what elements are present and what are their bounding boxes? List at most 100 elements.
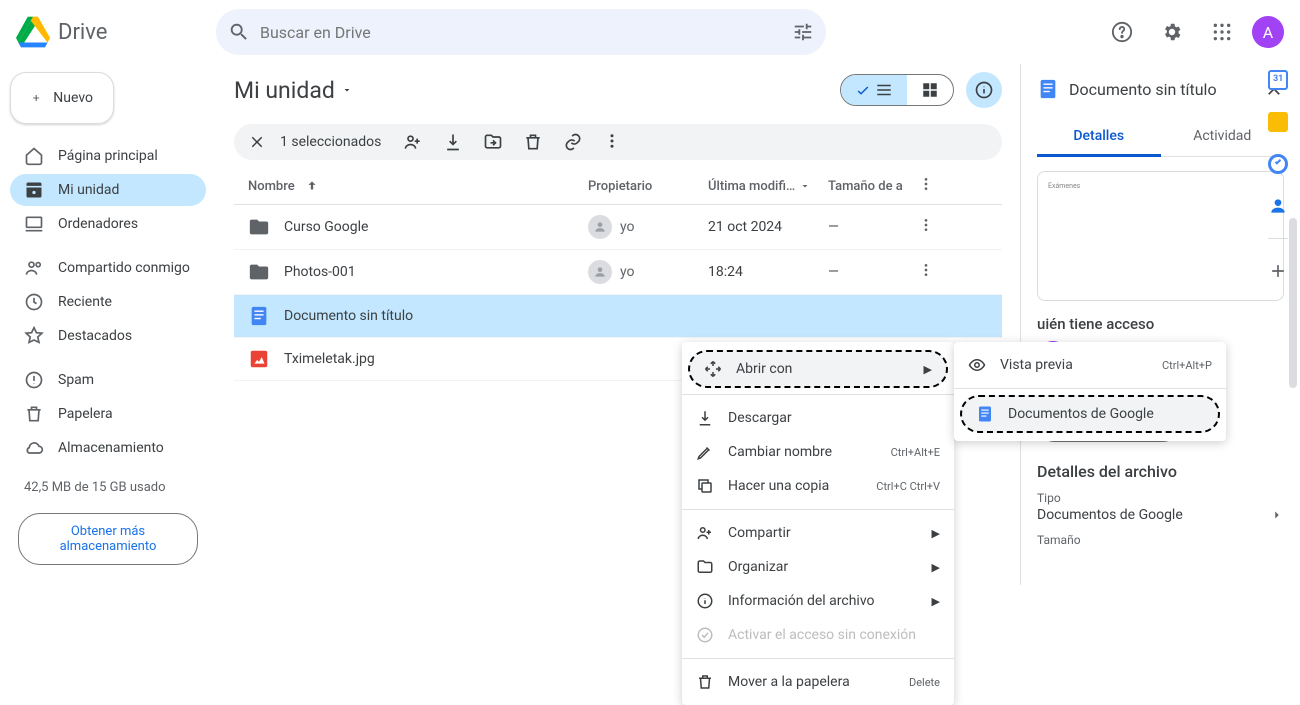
get-more-storage-button[interactable]: Obtener más almacenamiento xyxy=(18,513,198,565)
menu-share[interactable]: Compartir▶ xyxy=(682,516,954,550)
grid-view-button[interactable] xyxy=(907,75,953,105)
download-icon[interactable] xyxy=(443,132,463,152)
owner-avatar xyxy=(588,215,612,239)
col-name[interactable]: Nombre xyxy=(248,179,295,194)
file-name: Photos-001 xyxy=(284,264,356,280)
search-icon xyxy=(228,21,250,43)
sidebar-item-label: Reciente xyxy=(58,294,112,310)
sidebar-item-mydrive[interactable]: Mi unidad xyxy=(10,174,206,206)
move-icon[interactable] xyxy=(483,132,503,152)
help-icon[interactable] xyxy=(1102,12,1142,52)
docs-icon xyxy=(976,405,994,423)
link-icon[interactable] xyxy=(563,132,583,152)
add-addon-icon[interactable] xyxy=(1268,261,1288,285)
page-title[interactable]: Mi unidad xyxy=(234,77,353,104)
chevron-right-icon: ▶ xyxy=(932,527,940,540)
sidebar-item-spam[interactable]: Spam xyxy=(10,364,206,396)
close-icon[interactable] xyxy=(248,133,266,151)
menu-trash[interactable]: Mover a la papeleraDelete xyxy=(682,665,954,699)
new-button[interactable]: Nuevo xyxy=(10,72,114,124)
table-row[interactable]: Documento sin título xyxy=(234,295,1002,338)
calendar-icon[interactable]: 31 xyxy=(1268,70,1288,90)
side-addons-rail: 31 xyxy=(1256,64,1300,285)
info-icon xyxy=(696,592,714,610)
more-icon[interactable] xyxy=(603,132,621,150)
account-avatar[interactable]: A xyxy=(1252,16,1284,48)
folder-icon xyxy=(248,216,270,238)
file-details-heading: Detalles del archivo xyxy=(1037,462,1284,481)
col-modified[interactable]: Última modifi… xyxy=(708,179,795,194)
submenu-google-docs[interactable]: Documentos de Google xyxy=(960,395,1220,433)
download-icon xyxy=(696,409,714,427)
submenu-preview[interactable]: Vista previaCtrl+Alt+P xyxy=(954,348,1226,382)
chevron-down-icon[interactable] xyxy=(799,180,811,192)
sidebar-item-label: Mi unidad xyxy=(58,182,119,198)
shortcut: Delete xyxy=(909,676,940,689)
storage-btn-line: almacenamiento xyxy=(33,539,183,554)
open-with-submenu: Vista previaCtrl+Alt+P Documentos de Goo… xyxy=(954,342,1226,441)
size-label: Tamaño xyxy=(1037,533,1284,547)
info-icon xyxy=(974,80,994,100)
sidebar-item-computers[interactable]: Ordenadores xyxy=(10,208,206,240)
trash-icon xyxy=(696,673,714,691)
check-icon xyxy=(855,82,871,98)
menu-open-with[interactable]: Abrir con ▶ xyxy=(688,350,948,388)
folder-icon xyxy=(248,261,270,283)
open-with-icon xyxy=(704,360,722,378)
search-options-icon[interactable] xyxy=(792,21,814,43)
selection-count: 1 seleccionados xyxy=(280,134,381,150)
more-icon[interactable] xyxy=(918,262,934,278)
cloud-icon xyxy=(24,438,44,458)
sidebar-item-shared[interactable]: Compartido conmigo xyxy=(10,252,206,284)
search-bar[interactable] xyxy=(216,9,826,55)
shortcut: Ctrl+C Ctrl+V xyxy=(876,480,940,493)
sidebar-item-home[interactable]: Página principal xyxy=(10,140,206,172)
tasks-icon[interactable] xyxy=(1268,154,1288,174)
share-icon[interactable] xyxy=(403,132,423,152)
drive-icon xyxy=(24,180,44,200)
menu-rename[interactable]: Cambiar nombreCtrl+Alt+E xyxy=(682,435,954,469)
logo-area[interactable]: Drive xyxy=(16,15,216,49)
info-button[interactable] xyxy=(966,72,1002,108)
contacts-icon[interactable] xyxy=(1268,196,1288,216)
table-header: Nombre Propietario Última modifi… Tamaño… xyxy=(234,168,1002,205)
list-icon xyxy=(875,81,893,99)
image-icon xyxy=(248,348,270,370)
more-icon[interactable] xyxy=(918,176,934,192)
sidebar-item-label: Página principal xyxy=(58,148,158,164)
menu-copy[interactable]: Hacer una copiaCtrl+C Ctrl+V xyxy=(682,469,954,503)
access-title: uién tiene acceso xyxy=(1037,315,1284,333)
type-label: Tipo xyxy=(1037,491,1284,505)
star-icon xyxy=(24,326,44,346)
table-row[interactable]: Curso Google yo 21 oct 2024 — xyxy=(234,205,1002,250)
menu-download[interactable]: Descargar xyxy=(682,401,954,435)
chevron-down-icon xyxy=(341,84,353,96)
menu-file-info[interactable]: Información del archivo▶ xyxy=(682,584,954,618)
menu-label: Abrir con xyxy=(736,361,792,377)
modified-date: 21 oct 2024 xyxy=(708,219,828,235)
settings-icon[interactable] xyxy=(1152,12,1192,52)
list-view-button[interactable] xyxy=(841,75,907,105)
search-input[interactable] xyxy=(250,23,792,42)
file-preview[interactable]: Exámenes xyxy=(1037,171,1284,301)
home-icon xyxy=(24,146,44,166)
menu-organize[interactable]: Organizar▶ xyxy=(682,550,954,584)
col-size[interactable]: Tamaño de a xyxy=(828,179,918,194)
sidebar-item-label: Papelera xyxy=(58,406,113,422)
table-row[interactable]: Photos-001 yo 18:24 — xyxy=(234,250,1002,295)
sidebar-item-recent[interactable]: Reciente xyxy=(10,286,206,318)
arrow-up-icon[interactable] xyxy=(305,179,319,193)
view-toggle[interactable] xyxy=(840,74,954,106)
sidebar-item-label: Destacados xyxy=(58,328,132,344)
sidebar-item-storage[interactable]: Almacenamiento xyxy=(10,432,206,464)
tab-details[interactable]: Detalles xyxy=(1037,118,1161,157)
menu-label: Vista previa xyxy=(1000,357,1073,373)
apps-icon[interactable] xyxy=(1202,12,1242,52)
keep-icon[interactable] xyxy=(1268,112,1288,132)
more-icon[interactable] xyxy=(918,217,934,233)
col-owner[interactable]: Propietario xyxy=(588,179,708,194)
delete-icon[interactable] xyxy=(523,132,543,152)
chevron-right-icon[interactable] xyxy=(1270,508,1284,522)
sidebar-item-trash[interactable]: Papelera xyxy=(10,398,206,430)
sidebar-item-starred[interactable]: Destacados xyxy=(10,320,206,352)
